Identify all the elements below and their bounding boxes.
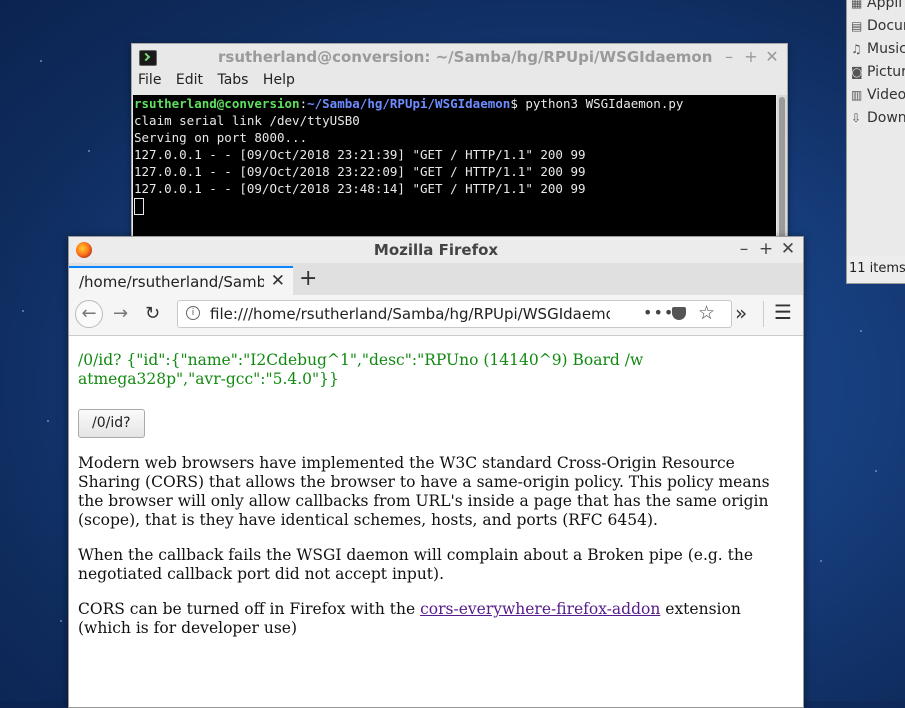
hamburger-menu-icon[interactable]: ☰ (774, 300, 792, 324)
terminal-cursor (134, 198, 144, 215)
music-icon: ♫ (851, 42, 862, 56)
url-bar[interactable]: i file:///home/rsutherland/Samba/hg/RPUp… (177, 300, 732, 328)
sidebar-item-documents[interactable]: ▤Docum (851, 16, 905, 36)
terminal-titlebar[interactable]: rsutherland@conversion: ~/Samba/hg/RPUpi… (132, 44, 787, 70)
pocket-icon[interactable] (672, 307, 686, 320)
new-tab-icon[interactable]: + (299, 266, 317, 291)
maximize-icon[interactable]: + (757, 239, 775, 259)
sidebar-item-music[interactable]: ♫ Music (851, 39, 905, 59)
film-icon: ▥ (851, 88, 863, 102)
overflow-menu-icon[interactable]: » (735, 301, 747, 325)
file-manager-window: ▦Appli ▤Docum ♫Music ◙Pictur ▥Video ⇩Dow… (846, 0, 905, 284)
bookmark-star-icon[interactable]: ☆ (698, 302, 715, 324)
terminal-menubar: File Edit Tabs Help (132, 72, 787, 94)
menu-tabs[interactable]: Tabs (217, 72, 248, 88)
query-id-button[interactable]: /0/id? (78, 409, 145, 438)
reload-icon[interactable]: ↻ (145, 303, 160, 324)
download-icon: ⇩ (851, 111, 862, 125)
firefox-title: Mozilla Firefox (373, 241, 499, 259)
terminal-title: rsutherland@conversion: ~/Samba/hg/RPUpi… (218, 48, 713, 66)
terminal-line: claim serial link /dev/ttyUSB0 (134, 113, 360, 128)
cors-addon-paragraph: CORS can be turned off in Firefox with t… (78, 600, 741, 637)
terminal-output[interactable]: rsutherland@conversion:~/Samba/hg/RPUpi/… (133, 95, 776, 254)
page-content: /0/id? {"id":{"name":"I2Cdebug^1","desc"… (78, 351, 790, 638)
minimize-icon[interactable]: – (720, 47, 738, 66)
back-arrow-icon[interactable]: ← (75, 300, 103, 328)
firefox-window[interactable]: Mozilla Firefox – + ✕ /home/rsutherland/… (68, 236, 804, 708)
sidebar-item-pictures[interactable]: ◙ Pictur (851, 62, 905, 82)
menu-help[interactable]: Help (263, 72, 295, 88)
menu-edit[interactable]: Edit (176, 72, 203, 88)
minimize-icon[interactable]: – (735, 239, 753, 259)
sidebar-item-videos[interactable]: ▥ Video (851, 85, 905, 105)
camera-icon: ◙ (851, 65, 863, 79)
document-icon: ▤ (851, 19, 863, 33)
close-icon[interactable]: ✕ (763, 47, 781, 66)
terminal-icon (139, 50, 157, 66)
tab-label: /home/rsutherland/Samba/ (79, 273, 264, 291)
cors-addon-link[interactable]: cors-everywhere-firefox-addon (420, 600, 660, 618)
terminal-line: Serving on port 8000... (134, 130, 308, 145)
status-bar-text: 11 items (849, 261, 905, 276)
terminal-window[interactable]: rsutherland@conversion: ~/Samba/hg/RPUpi… (131, 43, 788, 255)
cors-paragraph: Modern web browsers have implemented the… (78, 454, 770, 529)
terminal-cursor-line (134, 197, 776, 215)
sidebar-item-downloads[interactable]: ⇩ Down (851, 108, 905, 128)
tab-close-icon[interactable]: ✕ (271, 271, 285, 291)
firefox-titlebar[interactable]: Mozilla Firefox – + ✕ (69, 237, 803, 263)
terminal-prompt-line: rsutherland@conversion:~/Samba/hg/RPUpi/… (134, 96, 684, 111)
tab-current-page[interactable]: /home/rsutherland/Samba/ ✕ (69, 266, 293, 296)
menu-file[interactable]: File (138, 72, 161, 88)
file-manager-sidebar: ▦Appli ▤Docum ♫Music ◙Pictur ▥Video ⇩Dow… (847, 0, 905, 256)
maximize-icon[interactable]: + (742, 47, 760, 66)
terminal-scrollbar[interactable] (777, 95, 787, 254)
terminal-line: 127.0.0.1 - - [09/Oct/2018 23:48:14] "GE… (134, 181, 586, 196)
applications-icon: ▦ (851, 0, 863, 10)
broken-pipe-paragraph: When the callback fails the WSGI daemon … (78, 546, 754, 583)
close-icon[interactable]: ✕ (779, 239, 797, 259)
toolbar-separator (763, 301, 764, 327)
json-response: /0/id? {"id":{"name":"I2Cdebug^1","desc"… (78, 351, 644, 388)
page-actions-icon[interactable]: ••• (643, 303, 674, 322)
info-icon[interactable]: i (186, 306, 200, 320)
sidebar-item-applications[interactable]: ▦ Appli (851, 0, 902, 13)
terminal-line: 127.0.0.1 - - [09/Oct/2018 23:22:09] "GE… (134, 164, 586, 179)
forward-arrow-icon[interactable]: → (113, 303, 128, 324)
tab-strip: /home/rsutherland/Samba/ ✕ + (69, 263, 803, 296)
url-input[interactable]: file:///home/rsutherland/Samba/hg/RPUpi/… (210, 305, 610, 323)
terminal-line: 127.0.0.1 - - [09/Oct/2018 23:21:39] "GE… (134, 147, 586, 162)
navigation-toolbar: ← → ↻ i file:///home/rsutherland/Samba/h… (69, 295, 803, 336)
